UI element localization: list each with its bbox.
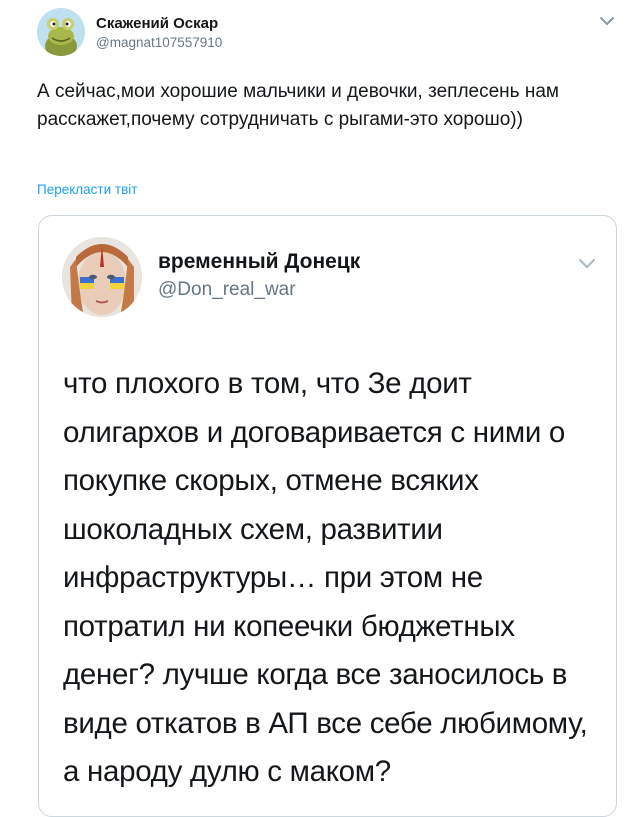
quoted-author-avatar[interactable] <box>62 237 142 317</box>
author-handle[interactable]: @magnat107557910 <box>96 35 222 50</box>
frog-cartoon-avatar-icon <box>37 8 85 56</box>
quoted-tweet-menu-button[interactable] <box>577 256 597 270</box>
tweet-text: А сейчас,мои хорошие мальчики и девочки,… <box>37 81 565 130</box>
chevron-down-icon <box>579 259 595 268</box>
tweet-menu-button[interactable] <box>598 14 616 28</box>
quoted-tweet-image-text: что плохого в том, что Зе доит олигархов… <box>63 367 588 788</box>
quoted-author-name[interactable]: временный Донецк <box>158 250 360 274</box>
quoted-tweet[interactable]: временный Донецк @Don_real_war что плохо… <box>38 215 617 817</box>
face-portrait-avatar-icon <box>62 237 142 317</box>
quoted-author-handle[interactable]: @Don_real_war <box>158 279 296 301</box>
author-avatar[interactable] <box>37 8 85 56</box>
chevron-down-icon <box>600 17 614 25</box>
translate-tweet-link[interactable]: Перекласти твіт <box>37 182 137 197</box>
author-name[interactable]: Скажений Оскар <box>96 15 218 32</box>
tweet: Скажений Оскар @magnat107557910 А сейчас… <box>0 0 640 817</box>
